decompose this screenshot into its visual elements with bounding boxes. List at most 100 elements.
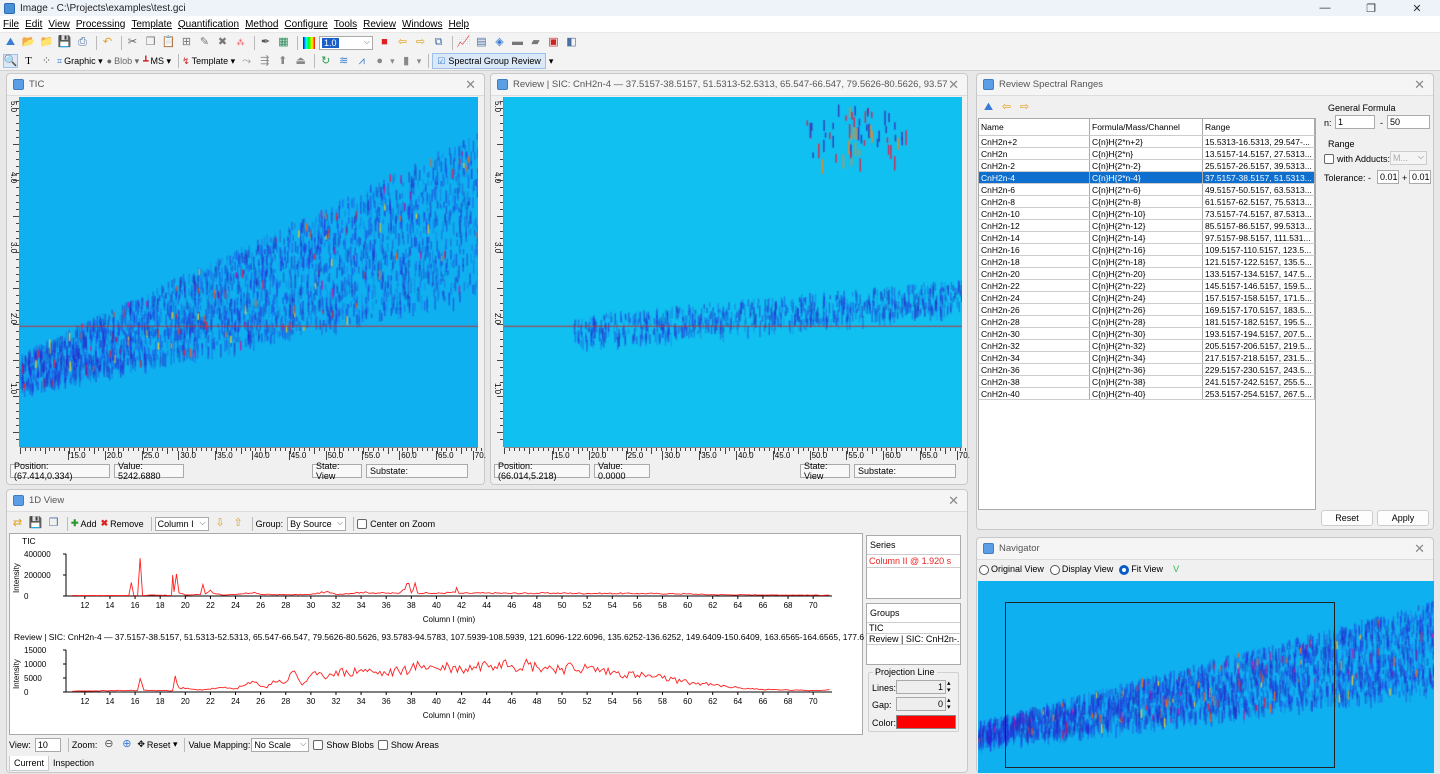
review-heatmap[interactable] <box>504 97 962 447</box>
menu-quantification[interactable]: Quantification <box>178 19 239 30</box>
calendar-icon[interactable]: ▤ <box>474 36 489 50</box>
value-mapping-select[interactable]: No Scale ⌵ <box>251 737 310 752</box>
merge-icon[interactable]: ⊞ <box>179 36 194 50</box>
reset-button[interactable]: Reset <box>1321 510 1373 526</box>
menu-help[interactable]: Help <box>449 19 470 30</box>
undo-icon[interactable]: ↶ <box>100 36 115 50</box>
table-row[interactable]: CnH2n-20 C{n}H{2*n-20} 133.5157-134.5157, … <box>979 268 1315 280</box>
menu-tools[interactable]: Tools <box>334 19 357 30</box>
table-row[interactable]: CnH2n-34 C{n}H{2*n-34} 217.5157-218.5157, … <box>979 352 1315 364</box>
cut-icon[interactable]: ✂ <box>125 36 140 50</box>
menu-method[interactable]: Method <box>245 19 278 30</box>
wave-icon[interactable]: ≋ <box>336 54 351 68</box>
print-icon[interactable]: ⎙ <box>75 36 90 50</box>
column-header[interactable]: Name <box>979 119 1090 135</box>
colormap-icon[interactable] <box>301 36 316 50</box>
group-item-review[interactable]: Review | SIC: CnH2n-... <box>867 634 960 645</box>
close-icon[interactable]: ✕ <box>948 493 959 509</box>
close-icon[interactable]: ✕ <box>948 77 959 93</box>
graphic-tool[interactable]: ⌗ Graphic ▾ <box>57 56 103 67</box>
report-icon[interactable]: ◧ <box>564 36 579 50</box>
color-swatch[interactable] <box>896 715 956 729</box>
close-icon[interactable]: ✕ <box>1414 77 1425 93</box>
forward-arrow-icon[interactable]: ⇨ <box>1017 100 1032 114</box>
dropdown-icon[interactable]: ▾ <box>390 56 395 67</box>
table-row[interactable]: CnH2n-2 C{n}H{2*n-2} 25.5157-26.5157, 39.5… <box>979 160 1315 172</box>
tool-b-icon[interactable]: ⇶ <box>257 54 272 68</box>
forward-arrow-icon[interactable]: ⇨ <box>413 36 428 50</box>
copy-icon[interactable]: ❐ <box>143 36 158 50</box>
folders-icon[interactable]: ▰ <box>528 36 543 50</box>
table-row[interactable]: CnH2n-16 C{n}H{2*n-16} 109.5157-110.5157, … <box>979 244 1315 256</box>
menu-view[interactable]: View <box>48 19 70 30</box>
with-adducts-checkbox[interactable] <box>1324 154 1334 164</box>
calculator-icon[interactable]: ▦ <box>276 36 291 50</box>
menu-review[interactable]: Review <box>363 19 396 30</box>
template-tool[interactable]: ↯ Template ▾ <box>182 56 235 67</box>
navigator-preview[interactable] <box>978 581 1434 773</box>
zoom-tool-icon[interactable]: 🔍 <box>3 54 18 68</box>
close-button[interactable]: ✕ <box>1394 0 1440 16</box>
zoom-window-icon[interactable]: ⧉ <box>431 36 446 50</box>
dot-icon[interactable]: ● <box>372 54 387 68</box>
reset-zoom-button[interactable]: ✥ Reset ▾ <box>137 739 177 750</box>
menu-configure[interactable]: Configure <box>284 19 327 30</box>
series-item[interactable]: Column II @ 1.920 s <box>867 555 960 568</box>
show-areas-checkbox[interactable]: Show Areas <box>377 739 439 750</box>
column-select[interactable]: Column I ⌵ <box>154 516 209 531</box>
stamp-icon[interactable]: ⬆ <box>275 54 290 68</box>
save-icon[interactable]: 💾 <box>28 517 43 531</box>
display-view-radio[interactable]: Display View <box>1049 564 1113 575</box>
back-arrow-icon[interactable]: ⇦ <box>999 100 1014 114</box>
tolerance-minus-input[interactable]: 0.01 <box>1377 170 1399 184</box>
import-icon[interactable]: ⛰ <box>981 100 996 114</box>
view-spinner[interactable]: 10 <box>34 737 61 752</box>
table-row[interactable]: CnH2n-8 C{n}H{2*n-8} 61.5157-62.5157, 75.5… <box>979 196 1315 208</box>
table-row[interactable]: CnH2n-36 C{n}H{2*n-36} 229.5157-230.5157, … <box>979 364 1315 376</box>
table-row[interactable]: CnH2n C{n}H{2*n} 13.5157-14.5157, 27.5313.… <box>979 148 1315 160</box>
group-select[interactable]: By Source ⌵ <box>287 516 347 531</box>
maximize-button[interactable]: ❐ <box>1348 0 1394 16</box>
import-icon[interactable]: ⛰ <box>3 36 18 50</box>
tab-inspection[interactable]: Inspection <box>49 756 98 771</box>
open-folder-icon[interactable]: 📂 <box>21 36 36 50</box>
menu-file[interactable]: File <box>3 19 19 30</box>
move-up-icon[interactable]: ⇧ <box>231 517 246 531</box>
brush-icon[interactable]: ✎ <box>197 36 212 50</box>
menu-edit[interactable]: Edit <box>25 19 42 30</box>
center-on-zoom-checkbox[interactable]: Center on Zoom <box>357 518 435 529</box>
table-row[interactable]: CnH2n-32 C{n}H{2*n-32} 205.5157-206.5157, … <box>979 340 1315 352</box>
remove-button[interactable]: ✖ Remove <box>101 518 144 529</box>
refresh-icon[interactable]: ↻ <box>318 54 333 68</box>
column-header[interactable]: Formula/Mass/Channel <box>1090 119 1203 135</box>
sync-icon[interactable]: ⇄ <box>10 517 25 531</box>
save-icon[interactable]: 💾 <box>57 36 72 50</box>
delete-all-icon[interactable]: ⁂ <box>233 36 248 50</box>
3d-view-icon[interactable]: ◈ <box>492 36 507 50</box>
shape-icon[interactable]: ▮ <box>399 54 414 68</box>
table-row[interactable]: CnH2n-28 C{n}H{2*n-28} 181.5157-182.5157, … <box>979 316 1315 328</box>
spectral-group-review-dropdown[interactable]: ▾ <box>549 56 554 67</box>
menu-template[interactable]: Template <box>131 19 172 30</box>
zoom-level-select[interactable]: 1.0 ⌵ <box>319 35 373 50</box>
text-tool-icon[interactable]: T <box>21 54 36 68</box>
pen-icon[interactable]: ✒ <box>258 36 273 50</box>
table-row[interactable]: CnH2n-30 C{n}H{2*n-30} 193.5157-194.5157, … <box>979 328 1315 340</box>
table-row[interactable]: CnH2n-26 C{n}H{2*n-26} 169.5157-170.5157, … <box>979 304 1315 316</box>
zoom-out-icon[interactable]: ⊖ <box>101 738 116 752</box>
menu-windows[interactable]: Windows <box>402 19 443 30</box>
delete-icon[interactable]: ✖ <box>215 36 230 50</box>
original-view-radio[interactable]: Original View <box>979 564 1044 575</box>
table-row[interactable]: CnH2n-24 C{n}H{2*n-24} 157.5157-158.5157, … <box>979 292 1315 304</box>
spectral-group-review-button[interactable]: ☑ Spectral Group Review <box>432 53 546 69</box>
column-header[interactable]: Range <box>1203 119 1315 135</box>
viewport-rectangle[interactable] <box>1005 602 1335 768</box>
lines-spinner[interactable]: 1 <box>896 680 946 694</box>
folder-gray-icon[interactable]: ▬ <box>510 36 525 50</box>
lines-spin-arrows[interactable]: ▴ ▾ <box>947 680 951 694</box>
open-file-icon[interactable]: 📁 <box>39 36 54 50</box>
paste-icon[interactable]: 📋 <box>161 36 176 50</box>
gap-spinner[interactable]: 0 <box>896 697 946 711</box>
table-row[interactable]: CnH2n-40 C{n}H{2*n-40} 253.5157-254.5157, … <box>979 388 1315 400</box>
tolerance-plus-input[interactable]: 0.01 <box>1409 170 1431 184</box>
